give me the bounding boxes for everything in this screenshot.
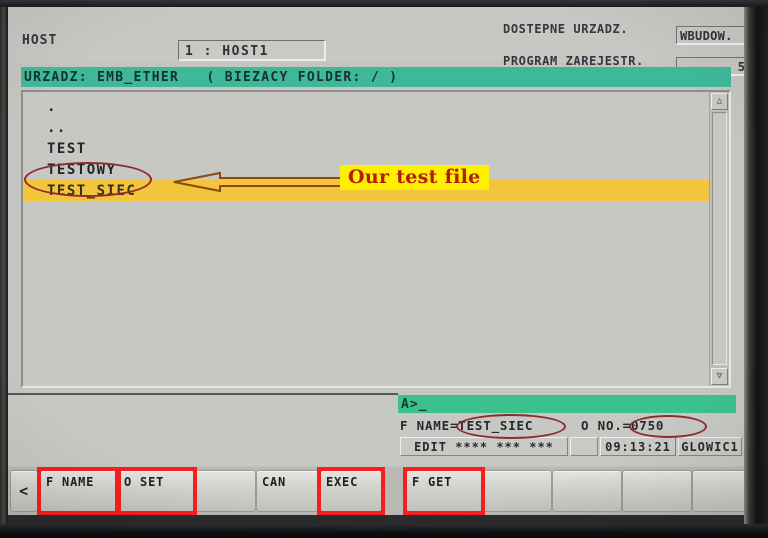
available-devices-label: DOSTEPNE URZADZ. bbox=[503, 22, 629, 36]
status-mode-row: EDIT **** *** *** 09:13:21 GLOWIC1 bbox=[398, 437, 744, 456]
host-label: HOST bbox=[22, 33, 58, 48]
file-list-item-label: . bbox=[47, 98, 57, 115]
file-name-status: F NAME=TEST_SIEC bbox=[400, 417, 534, 433]
cnc-control-panel: HOST 1 : HOST1 DOSTEPNE URZADZ. WBUDOW. … bbox=[0, 0, 768, 538]
clock-cell: 09:13:21 bbox=[600, 437, 676, 456]
o-number-status: O NO.=0750 bbox=[581, 417, 665, 433]
softkey-blank-4[interactable] bbox=[622, 470, 692, 512]
file-list-item-label: TESTOWY bbox=[47, 161, 117, 178]
softkey-o-set-label: O SET bbox=[124, 475, 165, 489]
file-list-item[interactable]: .. bbox=[23, 117, 709, 138]
file-list-scrollbar[interactable]: △ ▽ bbox=[709, 92, 729, 386]
annotation-callout: Our test file bbox=[340, 165, 489, 190]
softkey-f-get-label: F GET bbox=[412, 475, 453, 489]
file-list-item-label: TEST bbox=[47, 140, 87, 157]
bezel-right bbox=[744, 0, 768, 538]
softkey-blank-3[interactable] bbox=[552, 470, 622, 512]
available-devices-field[interactable]: WBUDOW. bbox=[676, 26, 744, 45]
file-list-item[interactable]: TEST bbox=[23, 138, 709, 159]
softkey-can-label: CAN bbox=[262, 475, 287, 489]
softkey-blank-2[interactable] bbox=[482, 470, 552, 512]
softkey-o-set[interactable]: O SET bbox=[118, 470, 194, 512]
softkey-blank-5[interactable] bbox=[692, 470, 744, 512]
bezel-top bbox=[0, 0, 768, 7]
softkey-f-name-label: F NAME bbox=[46, 475, 95, 489]
screen-header: HOST 1 : HOST1 DOSTEPNE URZADZ. WBUDOW. … bbox=[8, 7, 744, 76]
status-area: A>_ F NAME=TEST_SIEC O NO.=0750 EDIT ***… bbox=[398, 393, 744, 465]
file-list-panel: ... TEST TESTOWY TEST_SIEC △ ▽ bbox=[21, 90, 731, 388]
softkey-prev-page-label: < bbox=[19, 482, 29, 500]
softkey-blank-1[interactable] bbox=[194, 470, 256, 512]
command-line-text: A>_ bbox=[401, 396, 428, 412]
softkey-prev-page[interactable]: < bbox=[10, 470, 38, 512]
mode-cell: EDIT **** *** *** bbox=[400, 437, 568, 456]
softkey-can[interactable]: CAN bbox=[256, 470, 320, 512]
lower-left-blank-area bbox=[8, 393, 398, 465]
file-list-item[interactable]: . bbox=[23, 96, 709, 117]
softkey-f-get[interactable]: F GET bbox=[406, 470, 482, 512]
bezel-left bbox=[0, 0, 8, 538]
status-name-row: F NAME=TEST_SIEC O NO.=0750 bbox=[398, 416, 744, 434]
head-text: GLOWIC1 bbox=[681, 439, 739, 454]
status-gap-cell bbox=[570, 437, 598, 456]
head-cell: GLOWIC1 bbox=[678, 437, 742, 456]
host-field[interactable]: 1 : HOST1 bbox=[178, 40, 326, 61]
command-line[interactable]: A>_ bbox=[398, 395, 736, 413]
cnc-screen: HOST 1 : HOST1 DOSTEPNE URZADZ. WBUDOW. … bbox=[8, 7, 744, 524]
scrollbar-track[interactable] bbox=[712, 112, 727, 365]
available-devices-value: WBUDOW. bbox=[680, 29, 733, 43]
host-field-value: 1 : HOST1 bbox=[185, 44, 269, 59]
device-path-text: URZADZ: EMB_ETHER ( BIEZACY FOLDER: / ) bbox=[24, 69, 399, 85]
mode-text: EDIT **** *** *** bbox=[414, 439, 554, 454]
panel-divider bbox=[8, 393, 398, 395]
file-list-item-label: TEST_SIEC bbox=[47, 182, 137, 199]
bezel-bottom bbox=[0, 524, 768, 538]
device-path-bar: URZADZ: EMB_ETHER ( BIEZACY FOLDER: / ) bbox=[21, 67, 731, 87]
softkey-exec[interactable]: EXEC bbox=[320, 470, 382, 512]
softkey-row: < F NAME O SET CAN EXEC F GET bbox=[8, 467, 744, 524]
softkey-exec-label: EXEC bbox=[326, 475, 359, 489]
scroll-up-arrow-icon[interactable]: △ bbox=[711, 93, 728, 110]
file-list-item-label: .. bbox=[47, 119, 67, 136]
softkey-f-name[interactable]: F NAME bbox=[40, 470, 118, 512]
registered-programs-label: PROGRAM ZAREJESTR. bbox=[503, 54, 644, 68]
scroll-down-arrow-icon[interactable]: ▽ bbox=[711, 368, 728, 385]
clock-text: 09:13:21 bbox=[605, 439, 671, 454]
file-list[interactable]: ... TEST TESTOWY TEST_SIEC bbox=[23, 92, 709, 386]
